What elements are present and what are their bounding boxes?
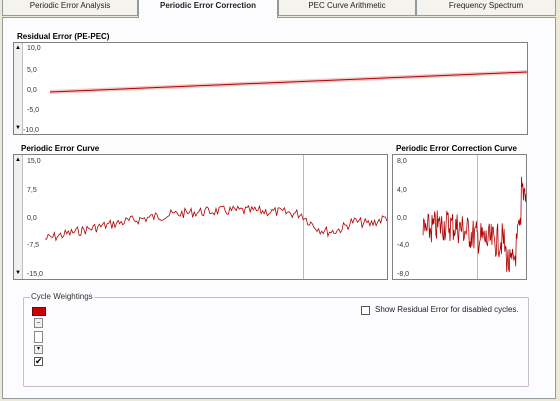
show-residual-label: Show Residual Error for disabled cycles. [375, 305, 519, 314]
periodic-error-curve-title-prefix: Periodic Error [21, 144, 77, 153]
cycle-weightings-group: Cycle Weightings – ▾ ✔ Show Residual Err… [23, 292, 529, 387]
periodic-error-curve-line [44, 204, 387, 242]
tab-frequency-spectrum[interactable]: Frequency Spectrum [416, 0, 556, 16]
tab-periodic-error-correction[interactable]: Periodic Error Correction [138, 0, 278, 18]
tab-panel: Residual Error (PE-PEC) ▲ ▼ 10,0 5,0 0,0… [2, 17, 556, 399]
cycle-weightings-label: Cycle Weightings [30, 292, 94, 301]
checkmark-icon: ✔ [35, 356, 43, 366]
periodic-error-curve-chart [44, 204, 387, 242]
cycle-weight-slider-thumb[interactable]: – [34, 318, 43, 328]
show-residual-checkbox[interactable] [361, 306, 370, 315]
tab-periodic-error-analysis[interactable]: Periodic Error Analysis [2, 0, 138, 16]
residual-error-plot: ▲ ▼ 10,0 5,0 0,0 -5,0 -10,0 [13, 42, 528, 135]
cycle-weight-swatch[interactable] [32, 307, 46, 316]
cycle-weight-slider-track[interactable] [34, 331, 43, 343]
pec-curve-plot: 8,0 4,0 0,0 -4,0 -8,0 [392, 154, 527, 280]
pec-curve-chart [422, 176, 526, 273]
periodic-error-curve-title: Periodic Error Curve [21, 144, 99, 153]
scroll-down-icon[interactable]: ▾ [34, 345, 43, 354]
cycle-enabled-checkbox[interactable]: ✔ [34, 356, 43, 366]
tab-strip: Periodic Error Analysis Periodic Error C… [0, 0, 560, 18]
periodic-error-curve-title-bold: Curve [76, 144, 100, 153]
residual-error-chart [49, 70, 527, 94]
pec-curve-title: Periodic Error Correction Curve [396, 144, 517, 153]
residual-error-title: Residual Error (PE-PEC) [17, 32, 110, 41]
residual-error-line [49, 71, 527, 93]
periodic-error-curve-plot: ▲ ▼ 15,0 7,5 0,0 -7,5 -15,0 [13, 154, 388, 280]
tab-pec-curve-arithmetic[interactable]: PEC Curve Arithmetic [278, 0, 416, 16]
pec-curve-line [422, 176, 526, 273]
